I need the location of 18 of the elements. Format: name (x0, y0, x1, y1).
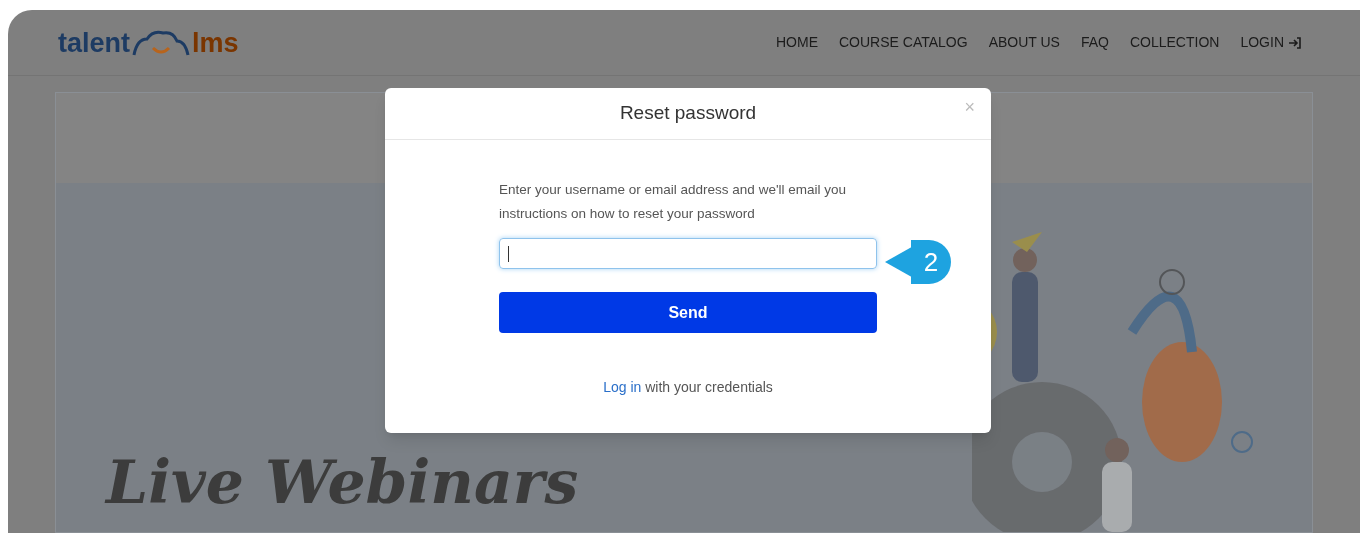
hero-title: Live Webinars (106, 452, 579, 512)
username-input[interactable] (499, 238, 877, 269)
nav-link[interactable]: ABOUT US (988, 32, 1060, 53)
login-footer-text: Log in with your credentials (602, 378, 774, 397)
nav-link[interactable]: COURSE CATALOG (839, 32, 968, 53)
login-link[interactable]: LOGIN (1240, 32, 1302, 53)
cloud-smile-icon (131, 28, 191, 57)
step-number: 2 (923, 249, 939, 275)
instructions-text: Enter your username or email address and we'll email you instructions on how to reset your password (499, 181, 847, 223)
send-button[interactable]: Send (499, 292, 877, 333)
login-link[interactable]: Log in (603, 379, 642, 395)
sign-in-icon (1288, 35, 1302, 50)
nav-link[interactable]: COLLECTION (1129, 32, 1220, 53)
nav-link[interactable]: FAQ (1080, 32, 1109, 53)
text-cursor (508, 245, 509, 262)
logo[interactable]: talent lms (58, 28, 239, 57)
nav-link[interactable]: HOME (776, 32, 818, 53)
dialog-title: Reset password (619, 101, 757, 126)
